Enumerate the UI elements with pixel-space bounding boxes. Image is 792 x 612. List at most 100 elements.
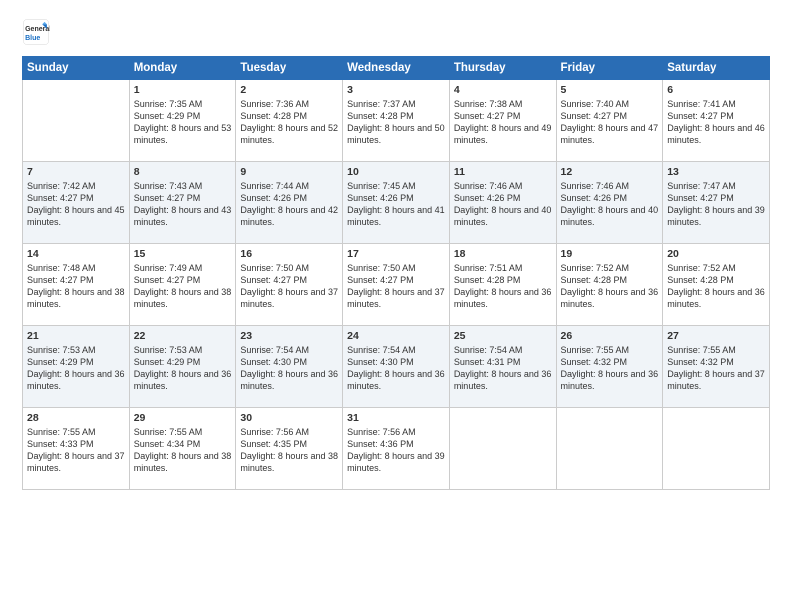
calendar-cell: 23 Sunrise: 7:54 AMSunset: 4:30 PMDayligh… bbox=[236, 326, 343, 408]
calendar-cell: 6 Sunrise: 7:41 AMSunset: 4:27 PMDaylight… bbox=[663, 80, 770, 162]
calendar-cell: 16 Sunrise: 7:50 AMSunset: 4:27 PMDayligh… bbox=[236, 244, 343, 326]
cell-content: Sunrise: 7:50 AMSunset: 4:27 PMDaylight:… bbox=[347, 262, 445, 311]
cell-content: Sunrise: 7:36 AMSunset: 4:28 PMDaylight:… bbox=[240, 98, 338, 147]
cell-content: Sunrise: 7:49 AMSunset: 4:27 PMDaylight:… bbox=[134, 262, 232, 311]
calendar-cell: 19Sunrise: 7:52 AMSunset: 4:28 PMDayligh… bbox=[556, 244, 663, 326]
day-number: 21 bbox=[27, 330, 125, 342]
header: General Blue bbox=[22, 18, 770, 46]
header-cell-friday: Friday bbox=[556, 57, 663, 80]
cell-content: Sunrise: 7:40 AMSunset: 4:27 PMDaylight:… bbox=[561, 98, 659, 147]
day-number: 3 bbox=[347, 84, 445, 96]
day-number: 1 bbox=[134, 84, 232, 96]
calendar-cell: 9Sunrise: 7:44 AMSunset: 4:26 PMDaylight… bbox=[236, 162, 343, 244]
calendar-cell bbox=[23, 80, 130, 162]
day-number: 12 bbox=[561, 166, 659, 178]
header-cell-monday: Monday bbox=[129, 57, 236, 80]
calendar-cell: 4Sunrise: 7:38 AMSunset: 4:27 PMDaylight… bbox=[449, 80, 556, 162]
calendar-body: 1 Sunrise: 7:35 AMSunset: 4:29 PMDaylight… bbox=[23, 80, 770, 490]
calendar-cell: 29 Sunrise: 7:55 AMSunset: 4:34 PMDayligh… bbox=[129, 408, 236, 490]
calendar-cell: 24 Sunrise: 7:54 AMSunset: 4:30 PMDayligh… bbox=[343, 326, 450, 408]
calendar-cell: 13 Sunrise: 7:47 AMSunset: 4:27 PMDayligh… bbox=[663, 162, 770, 244]
calendar-week-1: 1 Sunrise: 7:35 AMSunset: 4:29 PMDaylight… bbox=[23, 80, 770, 162]
calendar-cell: 31Sunrise: 7:56 AMSunset: 4:36 PMDayligh… bbox=[343, 408, 450, 490]
calendar-cell: 5 Sunrise: 7:40 AMSunset: 4:27 PMDaylight… bbox=[556, 80, 663, 162]
cell-content: Sunrise: 7:48 AMSunset: 4:27 PMDaylight:… bbox=[27, 262, 125, 311]
header-cell-wednesday: Wednesday bbox=[343, 57, 450, 80]
day-number: 20 bbox=[667, 248, 765, 260]
cell-content: Sunrise: 7:41 AMSunset: 4:27 PMDaylight:… bbox=[667, 98, 765, 147]
calendar-cell: 22 Sunrise: 7:53 AMSunset: 4:29 PMDayligh… bbox=[129, 326, 236, 408]
day-number: 15 bbox=[134, 248, 232, 260]
cell-content: Sunrise: 7:54 AMSunset: 4:31 PMDaylight:… bbox=[454, 344, 552, 393]
day-number: 10 bbox=[347, 166, 445, 178]
cell-content: Sunrise: 7:43 AMSunset: 4:27 PMDaylight:… bbox=[134, 180, 232, 229]
cell-content: Sunrise: 7:55 AMSunset: 4:32 PMDaylight:… bbox=[667, 344, 765, 393]
calendar-cell: 18 Sunrise: 7:51 AMSunset: 4:28 PMDayligh… bbox=[449, 244, 556, 326]
calendar-cell: 10 Sunrise: 7:45 AMSunset: 4:26 PMDayligh… bbox=[343, 162, 450, 244]
cell-content: Sunrise: 7:56 AMSunset: 4:35 PMDaylight:… bbox=[240, 426, 338, 475]
cell-content: Sunrise: 7:42 AMSunset: 4:27 PMDaylight:… bbox=[27, 180, 125, 229]
cell-content: Sunrise: 7:54 AMSunset: 4:30 PMDaylight:… bbox=[240, 344, 338, 393]
cell-content: Sunrise: 7:35 AMSunset: 4:29 PMDaylight:… bbox=[134, 98, 232, 147]
day-number: 23 bbox=[240, 330, 338, 342]
cell-content: Sunrise: 7:37 AMSunset: 4:28 PMDaylight:… bbox=[347, 98, 445, 147]
day-number: 30 bbox=[240, 412, 338, 424]
calendar-cell: 25 Sunrise: 7:54 AMSunset: 4:31 PMDayligh… bbox=[449, 326, 556, 408]
cell-content: Sunrise: 7:45 AMSunset: 4:26 PMDaylight:… bbox=[347, 180, 445, 229]
cell-content: Sunrise: 7:38 AMSunset: 4:27 PMDaylight:… bbox=[454, 98, 552, 147]
cell-content: Sunrise: 7:50 AMSunset: 4:27 PMDaylight:… bbox=[240, 262, 338, 311]
day-number: 14 bbox=[27, 248, 125, 260]
calendar-week-5: 28Sunrise: 7:55 AMSunset: 4:33 PMDayligh… bbox=[23, 408, 770, 490]
calendar-cell: 7 Sunrise: 7:42 AMSunset: 4:27 PMDaylight… bbox=[23, 162, 130, 244]
day-number: 17 bbox=[347, 248, 445, 260]
day-number: 25 bbox=[454, 330, 552, 342]
day-number: 29 bbox=[134, 412, 232, 424]
calendar-cell: 11Sunrise: 7:46 AMSunset: 4:26 PMDayligh… bbox=[449, 162, 556, 244]
cell-content: Sunrise: 7:46 AMSunset: 4:26 PMDaylight:… bbox=[454, 180, 552, 229]
calendar-cell: 17 Sunrise: 7:50 AMSunset: 4:27 PMDayligh… bbox=[343, 244, 450, 326]
calendar-cell: 3 Sunrise: 7:37 AMSunset: 4:28 PMDaylight… bbox=[343, 80, 450, 162]
day-number: 13 bbox=[667, 166, 765, 178]
calendar-cell: 28Sunrise: 7:55 AMSunset: 4:33 PMDayligh… bbox=[23, 408, 130, 490]
cell-content: Sunrise: 7:52 AMSunset: 4:28 PMDaylight:… bbox=[667, 262, 765, 311]
day-number: 27 bbox=[667, 330, 765, 342]
calendar-cell: 26 Sunrise: 7:55 AMSunset: 4:32 PMDayligh… bbox=[556, 326, 663, 408]
header-cell-sunday: Sunday bbox=[23, 57, 130, 80]
day-number: 8 bbox=[134, 166, 232, 178]
calendar-cell: 27 Sunrise: 7:55 AMSunset: 4:32 PMDayligh… bbox=[663, 326, 770, 408]
day-number: 26 bbox=[561, 330, 659, 342]
day-number: 6 bbox=[667, 84, 765, 96]
header-cell-saturday: Saturday bbox=[663, 57, 770, 80]
svg-text:Blue: Blue bbox=[25, 35, 40, 42]
cell-content: Sunrise: 7:55 AMSunset: 4:34 PMDaylight:… bbox=[134, 426, 232, 475]
header-cell-thursday: Thursday bbox=[449, 57, 556, 80]
cell-content: Sunrise: 7:55 AMSunset: 4:32 PMDaylight:… bbox=[561, 344, 659, 393]
header-cell-tuesday: Tuesday bbox=[236, 57, 343, 80]
cell-content: Sunrise: 7:47 AMSunset: 4:27 PMDaylight:… bbox=[667, 180, 765, 229]
calendar-table: SundayMondayTuesdayWednesdayThursdayFrid… bbox=[22, 56, 770, 490]
calendar-cell: 2Sunrise: 7:36 AMSunset: 4:28 PMDaylight… bbox=[236, 80, 343, 162]
calendar-cell: 8 Sunrise: 7:43 AMSunset: 4:27 PMDaylight… bbox=[129, 162, 236, 244]
logo-icon: General Blue bbox=[22, 18, 50, 46]
calendar-week-4: 21 Sunrise: 7:53 AMSunset: 4:29 PMDayligh… bbox=[23, 326, 770, 408]
day-number: 22 bbox=[134, 330, 232, 342]
calendar-cell: 15 Sunrise: 7:49 AMSunset: 4:27 PMDayligh… bbox=[129, 244, 236, 326]
calendar-cell: 14 Sunrise: 7:48 AMSunset: 4:27 PMDayligh… bbox=[23, 244, 130, 326]
calendar-cell: 1 Sunrise: 7:35 AMSunset: 4:29 PMDaylight… bbox=[129, 80, 236, 162]
day-number: 9 bbox=[240, 166, 338, 178]
day-number: 28 bbox=[27, 412, 125, 424]
calendar-header-row: SundayMondayTuesdayWednesdayThursdayFrid… bbox=[23, 57, 770, 80]
cell-content: Sunrise: 7:52 AMSunset: 4:28 PMDaylight:… bbox=[561, 262, 659, 311]
day-number: 18 bbox=[454, 248, 552, 260]
calendar-cell: 21Sunrise: 7:53 AMSunset: 4:29 PMDayligh… bbox=[23, 326, 130, 408]
day-number: 24 bbox=[347, 330, 445, 342]
cell-content: Sunrise: 7:51 AMSunset: 4:28 PMDaylight:… bbox=[454, 262, 552, 311]
day-number: 16 bbox=[240, 248, 338, 260]
cell-content: Sunrise: 7:54 AMSunset: 4:30 PMDaylight:… bbox=[347, 344, 445, 393]
day-number: 5 bbox=[561, 84, 659, 96]
calendar-week-3: 14 Sunrise: 7:48 AMSunset: 4:27 PMDayligh… bbox=[23, 244, 770, 326]
day-number: 7 bbox=[27, 166, 125, 178]
page: General Blue SundayMondayTuesdayWednesda… bbox=[0, 0, 792, 612]
cell-content: Sunrise: 7:53 AMSunset: 4:29 PMDaylight:… bbox=[134, 344, 232, 393]
calendar-cell bbox=[449, 408, 556, 490]
